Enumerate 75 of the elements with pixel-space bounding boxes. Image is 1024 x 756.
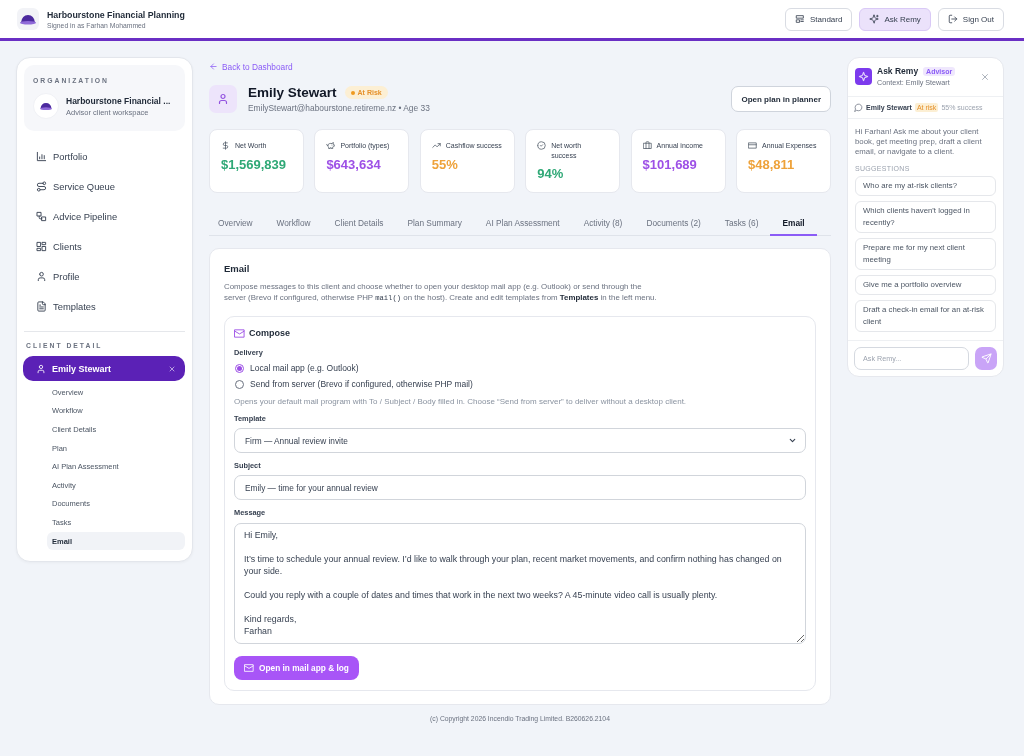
route-icon bbox=[36, 180, 47, 192]
subject-field[interactable]: Emily — time for your annual review bbox=[234, 475, 806, 500]
stat-value: $1,569,839 bbox=[221, 156, 288, 173]
tab[interactable]: Tasks (6) bbox=[712, 212, 771, 236]
document-icon bbox=[36, 300, 47, 312]
tab[interactable]: Plan Summary bbox=[395, 212, 474, 236]
nav-item[interactable]: Portfolio bbox=[24, 141, 185, 171]
client-contact: EmilyStewart@habourstone.retireme.nz • Age 33 bbox=[248, 103, 430, 113]
tab[interactable]: Email bbox=[770, 212, 817, 236]
nav-item[interactable]: Profile bbox=[24, 261, 185, 291]
nav-item[interactable]: Clients bbox=[24, 231, 185, 261]
organization-name: Harbourstone Financial ... bbox=[66, 95, 171, 106]
close-button[interactable] bbox=[980, 71, 990, 82]
check-circle-icon bbox=[537, 141, 547, 150]
nav-item[interactable]: Service Queue bbox=[24, 171, 185, 201]
tab[interactable]: Overview bbox=[209, 212, 265, 236]
tab[interactable]: Documents (2) bbox=[634, 212, 713, 236]
tab[interactable]: Activity (8) bbox=[571, 212, 635, 236]
avatar-icon bbox=[209, 85, 237, 113]
briefcase-icon bbox=[642, 141, 652, 150]
tab[interactable]: AI Plan Assessment bbox=[473, 212, 572, 236]
radio-button[interactable] bbox=[235, 363, 244, 373]
mail-icon bbox=[244, 663, 254, 673]
app-title: Harbourstone Financial Planning bbox=[47, 9, 185, 20]
nav-item[interactable]: Templates bbox=[24, 291, 185, 321]
status-dot-icon bbox=[350, 90, 355, 95]
radio-label[interactable]: Local mail app (e.g. Outlook) bbox=[250, 363, 359, 373]
chat-bubble-icon bbox=[854, 103, 863, 112]
layout-icon bbox=[794, 14, 805, 24]
person-icon bbox=[36, 270, 47, 282]
stat-value: 55% bbox=[431, 156, 459, 173]
arrow-left-icon bbox=[209, 62, 218, 71]
section-title: Email bbox=[224, 263, 251, 274]
template-select[interactable]: Firm — Annual review invite bbox=[234, 428, 806, 453]
open-mail-button[interactable]: Open in mail app & log bbox=[234, 656, 359, 680]
sign-out-icon bbox=[947, 14, 958, 24]
logo-icon bbox=[17, 8, 39, 30]
radio-button[interactable] bbox=[235, 379, 244, 389]
stat-value: $48,811 bbox=[748, 156, 796, 173]
client-name: Emily Stewart bbox=[248, 85, 337, 100]
sparkle-icon bbox=[869, 14, 880, 24]
piggy-bank-icon bbox=[326, 141, 336, 150]
bar-chart-icon bbox=[36, 150, 47, 162]
sparkle-icon bbox=[855, 68, 872, 85]
send-button[interactable] bbox=[975, 347, 997, 370]
tab[interactable]: Workflow bbox=[264, 212, 323, 236]
close-icon bbox=[168, 364, 176, 373]
stat-value: 94% bbox=[537, 166, 565, 182]
view-mode-button[interactable]: Standard bbox=[784, 7, 853, 31]
radio-label[interactable]: Send from server (Brevo if configured, otherwise PHP mail) bbox=[250, 379, 473, 389]
trend-up-icon bbox=[431, 141, 441, 150]
credit-card-icon bbox=[748, 141, 757, 150]
delivery-hint: Opens your default mail program with To / Subject / Body filled in. Choose “Send from server” to deliver without a desktop client. bbox=[234, 397, 688, 406]
send-icon bbox=[980, 353, 992, 364]
client-nav-item[interactable]: Emily Stewart bbox=[23, 356, 185, 381]
close-icon bbox=[980, 71, 990, 82]
tab[interactable]: Client Details bbox=[322, 212, 396, 236]
back-link[interactable]: Back to Dashboard bbox=[209, 60, 293, 73]
dollar-icon bbox=[221, 141, 230, 150]
compose-title: Compose bbox=[249, 328, 290, 338]
stat-value: $101,689 bbox=[642, 156, 698, 173]
logo-icon bbox=[33, 93, 59, 119]
assistant-button[interactable]: Ask Remy bbox=[859, 7, 931, 31]
chevron-down-icon bbox=[788, 436, 797, 445]
mail-icon bbox=[234, 327, 245, 339]
open-planner-button[interactable]: Open plan in planner bbox=[731, 86, 831, 112]
workflow-icon bbox=[36, 210, 47, 222]
stat-value: $643,634 bbox=[326, 156, 382, 173]
nav-item[interactable]: Advice Pipeline bbox=[24, 201, 185, 231]
grid-icon bbox=[36, 240, 47, 252]
sign-out-button[interactable]: Sign Out bbox=[937, 7, 1004, 31]
assistant-title: Ask Remy bbox=[877, 66, 919, 76]
close-button[interactable] bbox=[168, 364, 176, 373]
message-field[interactable]: Hi Emily, It’s time to schedule your annual review. I’d like to walk through your plan, recent market movements, and confirm nothing has changed on your side. Could you reply with a couple of dates and times that work in the next two weeks? A 45-minute video call is usually plenty. Kind regards, Farhan bbox=[234, 523, 806, 644]
person-icon bbox=[36, 363, 46, 374]
